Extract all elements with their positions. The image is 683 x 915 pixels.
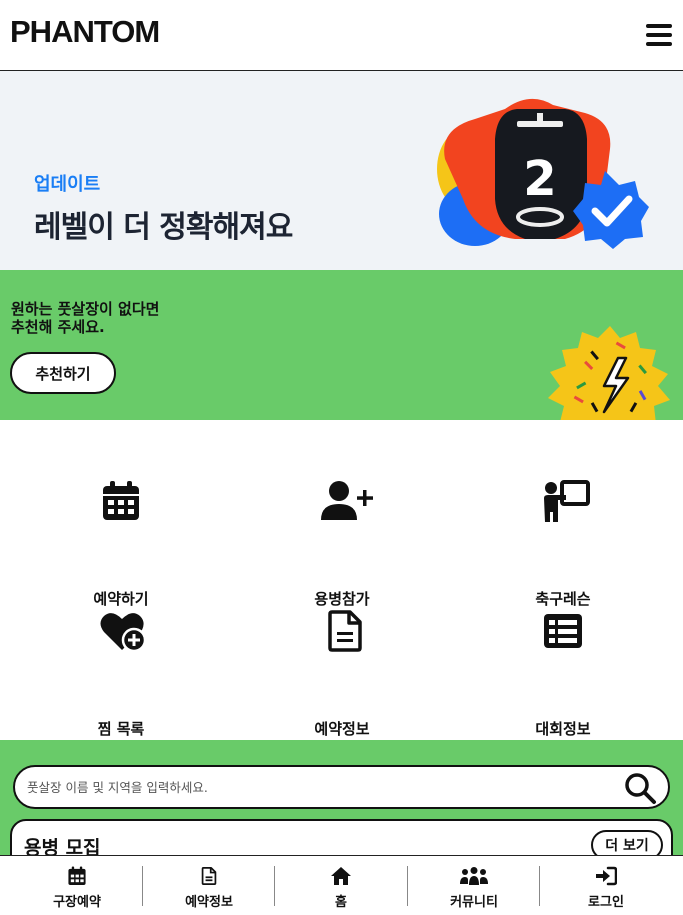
nav-item-community[interactable]: 커뮤니티 bbox=[406, 856, 542, 915]
grid-item-tournament[interactable]: 대회정보 bbox=[483, 610, 643, 738]
teacher-board-icon bbox=[544, 480, 590, 522]
document-icon bbox=[201, 867, 217, 885]
grid-item-favorites[interactable]: 찜 목록 bbox=[41, 610, 201, 738]
app-logo[interactable]: PHANTOM bbox=[10, 14, 160, 50]
bottom-nav: 구장예약 예약정보 홈 커뮤니티 로그인 bbox=[0, 855, 683, 915]
home-icon bbox=[331, 867, 351, 885]
user-plus-icon bbox=[321, 481, 373, 520]
nav-item-login[interactable]: 로그인 bbox=[538, 856, 674, 915]
update-banner[interactable]: 업데이트 레벨이 더 정확해져요 2 bbox=[0, 71, 683, 270]
grid-item-label: 용병참가 bbox=[314, 590, 370, 608]
nav-label: 로그인 bbox=[588, 895, 624, 910]
grid-item-mercenary[interactable]: 용병참가 bbox=[262, 480, 422, 608]
recommend-line-2: 추천해 주세요. bbox=[11, 318, 105, 336]
recommend-line-1: 원하는 풋살장이 없다면 bbox=[11, 300, 160, 318]
nav-label: 예약정보 bbox=[185, 895, 233, 910]
users-icon bbox=[460, 867, 488, 885]
nav-label: 홈 bbox=[335, 895, 347, 910]
level-badge-illustration: 2 bbox=[437, 98, 649, 249]
document-icon bbox=[328, 610, 362, 652]
nav-label: 구장예약 bbox=[53, 895, 101, 910]
grid-item-reserve[interactable]: 예약하기 bbox=[41, 480, 201, 608]
grid-item-label: 예약하기 bbox=[93, 590, 149, 608]
hamburger-menu-icon[interactable] bbox=[644, 20, 674, 50]
nav-item-home[interactable]: 홈 bbox=[273, 856, 409, 915]
grid-item-lesson[interactable]: 축구레슨 bbox=[483, 480, 643, 608]
heart-plus-icon bbox=[100, 613, 147, 653]
update-tag: 업데이트 bbox=[34, 174, 101, 195]
login-icon bbox=[596, 866, 617, 886]
list-table-icon bbox=[544, 614, 582, 648]
nav-label: 커뮤니티 bbox=[450, 895, 498, 910]
search-icon[interactable] bbox=[623, 771, 657, 805]
search-section: 용병 모집 더 보기 bbox=[0, 740, 683, 860]
grid-item-label: 축구레슨 bbox=[535, 590, 591, 608]
nav-item-court-reserve[interactable]: 구장예약 bbox=[9, 856, 145, 915]
nav-item-reservation-info[interactable]: 예약정보 bbox=[141, 856, 277, 915]
grid-item-label: 대회정보 bbox=[535, 720, 591, 738]
search-input[interactable] bbox=[27, 775, 607, 799]
grid-item-label: 찜 목록 bbox=[97, 720, 145, 738]
grid-item-label: 예약정보 bbox=[314, 720, 370, 738]
menu-grid: 예약하기 용병참가 축구레슨 찜 목록 예약정보 대회정보 bbox=[0, 420, 683, 740]
grid-item-reservation-info[interactable]: 예약정보 bbox=[262, 610, 422, 738]
app-header: PHANTOM bbox=[0, 0, 683, 71]
lightning-badge-illustration bbox=[548, 326, 670, 420]
recruit-card: 용병 모집 더 보기 bbox=[10, 819, 673, 860]
recommend-text: 원하는 풋살장이 없다면 추천해 주세요. bbox=[11, 300, 159, 336]
update-title: 레벨이 더 정확해져요 bbox=[34, 210, 293, 245]
calendar-icon bbox=[103, 481, 139, 520]
recommend-banner: 원하는 풋살장이 없다면 추천해 주세요. 추천하기 bbox=[0, 270, 683, 420]
search-box bbox=[13, 765, 670, 809]
badge-number: 2 bbox=[523, 151, 556, 207]
calendar-icon bbox=[68, 866, 86, 886]
recommend-button[interactable]: 추천하기 bbox=[10, 352, 116, 394]
